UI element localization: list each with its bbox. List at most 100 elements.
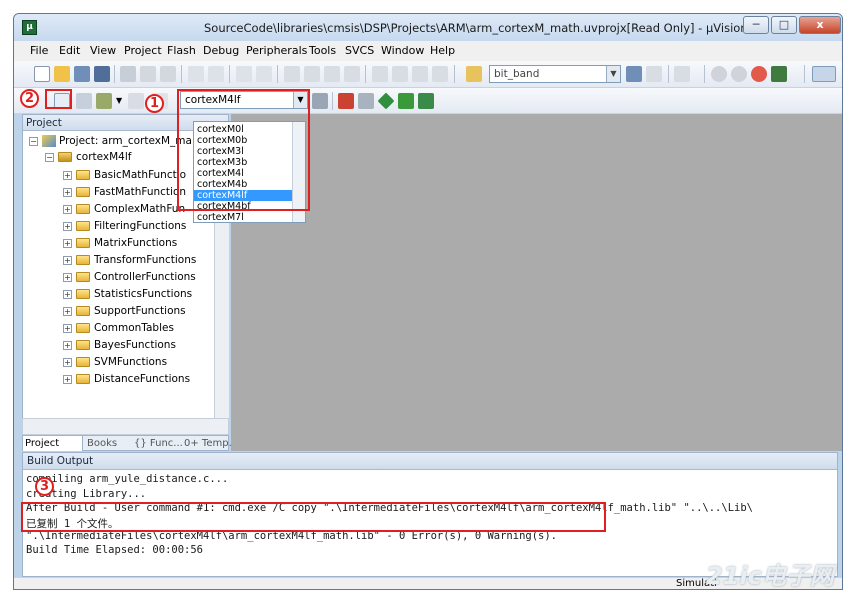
collapse-icon[interactable]: − [29,136,38,146]
menu-svcs[interactable]: SVCS [345,44,374,57]
tree-group[interactable]: + TransformFunctions [63,252,196,268]
menu-edit[interactable]: Edit [59,44,80,57]
tree-group[interactable]: + ComplexMathFun [63,201,185,217]
folder-icon [76,340,90,350]
expand-icon[interactable]: + [63,357,72,367]
expand-icon[interactable]: + [63,221,72,231]
menu-project[interactable]: Project [124,44,162,57]
expand-icon[interactable]: + [63,255,72,265]
expand-icon[interactable]: + [63,306,72,316]
toolbar-separator [277,65,278,83]
clear-bookmarks-icon[interactable] [344,66,360,82]
paste-icon[interactable] [160,66,176,82]
redo-icon[interactable] [208,66,224,82]
config-icon[interactable] [771,66,787,82]
find-combo[interactable]: bit_band ▼ [489,65,621,83]
save-icon[interactable] [74,66,90,82]
window-layout-icon[interactable] [812,66,836,82]
tree-group[interactable]: + FastMathFunction [63,184,186,200]
breakpoint-icon[interactable] [731,66,747,82]
navigate-forward-icon[interactable] [256,66,272,82]
indent-icon[interactable] [372,66,388,82]
incremental-find-icon[interactable] [646,66,662,82]
bookmark-icon[interactable] [284,66,300,82]
rebuild-icon[interactable] [96,93,112,109]
expand-icon[interactable]: + [63,170,72,180]
title-bar: µ SourceCode\libraries\cmsis\DSP\Project… [14,14,842,41]
chevron-down-icon[interactable]: ▼ [116,93,124,109]
expand-icon[interactable]: + [63,340,72,350]
manage-rte-icon[interactable] [358,93,374,109]
close-button[interactable]: x [799,16,841,34]
tab-functions[interactable]: {} Func... [132,436,183,451]
tree-target[interactable]: − cortexM4lf [45,149,131,165]
find-in-files-icon[interactable] [466,66,482,82]
menu-peripherals[interactable]: Peripherals [246,44,307,57]
build-output-title: Build Output [23,453,837,470]
minimize-button[interactable]: ─ [743,16,769,34]
run-time-environment-icon[interactable] [418,93,434,109]
tree-group[interactable]: + SVMFunctions [63,354,167,370]
unindent-icon[interactable] [392,66,408,82]
save-all-icon[interactable] [94,66,110,82]
expand-icon[interactable]: + [63,323,72,333]
tree-group-label: BasicMathFunctio [94,169,187,181]
find-icon[interactable] [626,66,642,82]
expand-icon[interactable]: + [63,289,72,299]
tree-group[interactable]: + DistanceFunctions [63,371,190,387]
expand-icon[interactable]: + [63,187,72,197]
tree-group[interactable]: + MatrixFunctions [63,235,177,251]
expand-icon[interactable]: + [63,374,72,384]
expand-icon[interactable]: + [63,238,72,248]
kill-breakpoints-icon[interactable] [751,66,767,82]
folder-icon [76,204,90,214]
open-folder-icon[interactable] [54,66,70,82]
tree-group[interactable]: + FilteringFunctions [63,218,186,234]
uncomment-icon[interactable] [432,66,448,82]
new-file-icon[interactable] [34,66,50,82]
chevron-down-icon[interactable]: ▼ [606,66,620,82]
copy-icon[interactable] [140,66,156,82]
zoom-icon[interactable] [674,66,690,82]
undo-icon[interactable] [188,66,204,82]
tree-project-root[interactable]: − Project: arm_cortexM_ma [29,133,192,149]
select-software-packs-icon[interactable] [398,93,414,109]
project-horizontal-scrollbar[interactable] [22,418,229,435]
menu-file[interactable]: File [30,44,48,57]
tree-group-label: DistanceFunctions [94,373,191,385]
tree-group[interactable]: + CommonTables [63,320,174,336]
tab-project[interactable]: Project [23,436,83,451]
prev-bookmark-icon[interactable] [304,66,320,82]
target-options-icon[interactable] [312,93,328,109]
expand-icon[interactable]: + [63,272,72,282]
tree-group[interactable]: + StatisticsFunctions [63,286,192,302]
pack-installer-icon[interactable] [377,92,395,110]
tree-group[interactable]: + BasicMathFunctio [63,167,186,183]
manage-project-icon[interactable] [338,93,354,109]
tree-group[interactable]: + SupportFunctions [63,303,186,319]
menu-help[interactable]: Help [430,44,455,57]
window-title: SourceCode\libraries\cmsis\DSP\Projects\… [204,21,748,35]
maximize-button[interactable]: □ [771,16,797,34]
cut-icon[interactable] [120,66,136,82]
tree-group[interactable]: + ControllerFunctions [63,269,196,285]
comment-icon[interactable] [412,66,428,82]
menu-window[interactable]: Window [381,44,424,57]
dropdown-option[interactable]: cortexM7l [194,212,292,223]
build-icon[interactable] [76,93,92,109]
menu-tools[interactable]: Tools [309,44,336,57]
tab-books[interactable]: Books [85,436,130,451]
navigate-back-icon[interactable] [236,66,252,82]
next-bookmark-icon[interactable] [324,66,340,82]
tree-group-label: SVMFunctions [94,356,168,368]
expand-icon[interactable]: + [63,204,72,214]
menu-debug[interactable]: Debug [203,44,239,57]
download-icon[interactable] [128,93,144,109]
start-debug-icon[interactable] [711,66,727,82]
tree-group[interactable]: + BayesFunctions [63,337,176,353]
collapse-icon[interactable]: − [45,152,54,162]
tree-project-root-label: Project: arm_cortexM_ma [59,135,192,147]
tab-templates[interactable]: 0+ Temp... [182,436,238,451]
menu-view[interactable]: View [90,44,116,57]
menu-flash[interactable]: Flash [167,44,196,57]
